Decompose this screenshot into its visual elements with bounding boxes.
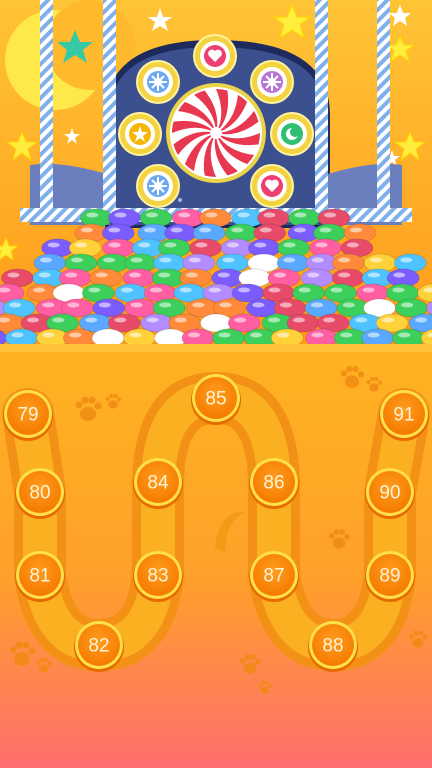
level-number: 89 [379,566,400,587]
level-number: 82 [88,636,109,657]
level-number: 83 [147,566,168,587]
moon-icon [270,112,314,156]
striped-pole [315,0,328,215]
level-number: 88 [322,636,343,657]
level-number: 80 [29,483,50,504]
level-node-91[interactable]: 91 [379,390,429,441]
level-number: 85 [205,389,226,410]
level-node-87[interactable]: 87 [249,551,299,602]
striped-pole [103,0,116,215]
striped-pole [377,0,390,215]
level-node-85[interactable]: 85 [191,374,241,425]
striped-pole [40,0,53,215]
heart-icon [250,164,294,208]
level-node-81[interactable]: 81 [15,551,65,602]
level-number: 79 [17,405,38,426]
level-number: 84 [147,473,169,494]
board-edge [0,344,432,352]
level-node-80[interactable]: 80 [15,468,65,519]
level-node-88[interactable]: 88 [308,621,358,672]
level-node-83[interactable]: 83 [133,551,183,602]
flower-icon [250,60,294,104]
level-node-79[interactable]: 79 [3,390,53,441]
level-number: 90 [379,483,400,504]
level-node-89[interactable]: 89 [365,551,415,602]
heart-icon [193,34,237,78]
level-number: 86 [263,473,284,494]
level-node-90[interactable]: 90 [365,468,415,519]
level-number: 81 [29,566,50,587]
level-node-82[interactable]: 82 [74,621,124,672]
level-node-84[interactable]: 84 [133,458,183,509]
level-number: 87 [263,566,284,587]
peppermint-candy-icon [166,83,266,183]
level-node-86[interactable]: 86 [249,458,299,509]
level-map-scene: 79 80 81 82 83 84 85 86 87 88 89 90 91 [0,0,432,768]
flower-icon [136,60,180,104]
flower-icon [136,164,180,208]
star-icon [118,112,162,156]
level-number: 91 [393,405,414,426]
